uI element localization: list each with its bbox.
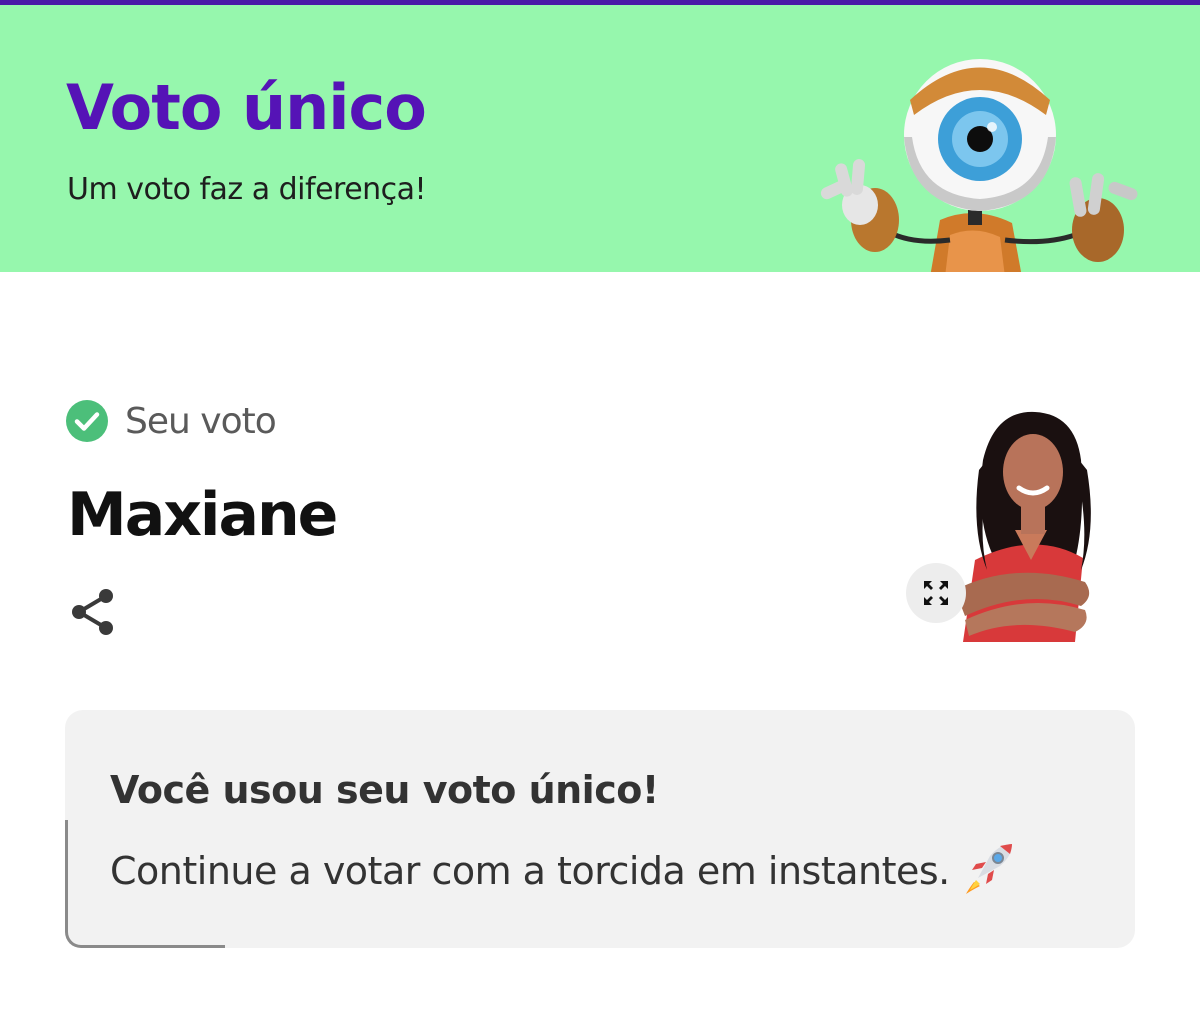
notice-message-row: Continue a votar com a torcida em instan… <box>110 840 1016 896</box>
rocket-icon <box>965 844 1012 894</box>
your-vote-label: Seu voto <box>125 400 277 442</box>
candidate-name: Maxiane <box>67 480 338 550</box>
page-title: Voto único <box>66 71 427 144</box>
your-vote-row: Seu voto <box>65 398 277 444</box>
vote-notice-card <box>65 710 1135 948</box>
share-icon[interactable] <box>68 586 118 638</box>
notice-message: Continue a votar com a torcida em instan… <box>110 849 950 893</box>
expand-icon <box>924 581 948 605</box>
candidate-photo <box>935 410 1135 642</box>
header-banner: Voto único Um voto faz a diferença! <box>0 5 1200 272</box>
expand-photo-button[interactable] <box>906 563 966 623</box>
check-circle-icon <box>66 400 108 442</box>
page-subtitle: Um voto faz a diferença! <box>67 172 427 207</box>
notice-title: Você usou seu voto único! <box>110 768 659 812</box>
mascot-illustration <box>820 59 1138 272</box>
